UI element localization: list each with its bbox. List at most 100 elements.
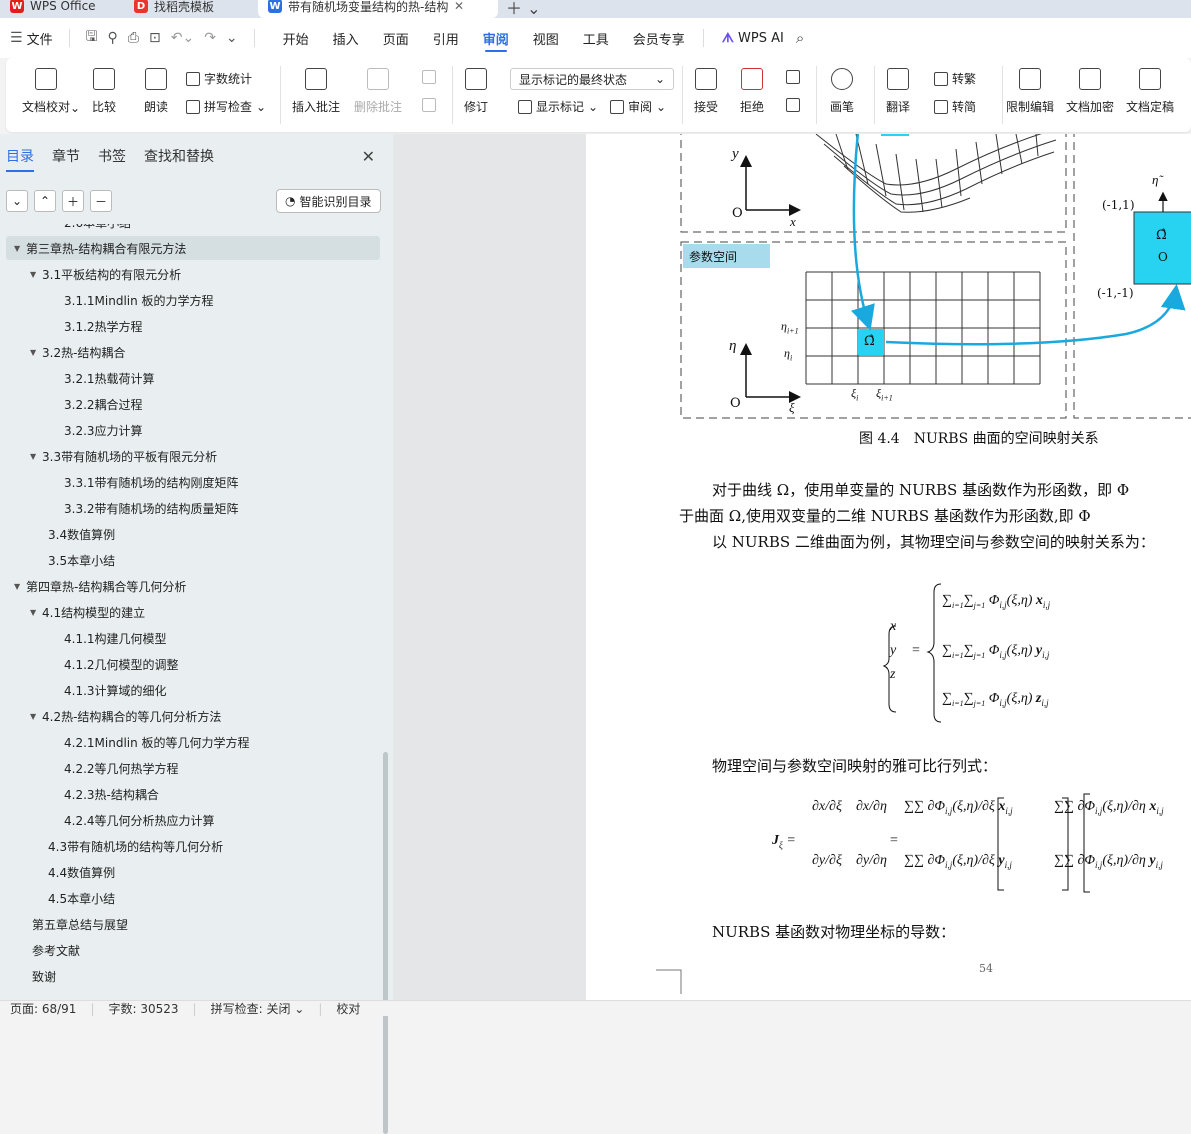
collapse-button[interactable]: ⌄ (6, 190, 28, 212)
toc-item[interactable]: 3.2.3应力计算 (6, 418, 380, 442)
tab-find-replace[interactable]: 查找和替换 (144, 146, 214, 166)
next-comment-button[interactable] (422, 98, 436, 112)
toc-item[interactable]: ▼ 第三章热-结构耦合有限元方法 (6, 236, 380, 260)
toc-item[interactable]: 3.2.2耦合过程 (6, 392, 380, 416)
sidebar-scrollbar[interactable] (383, 752, 388, 1134)
tab-chapters[interactable]: 章节 (52, 146, 80, 166)
share-icon[interactable]: ⚲ (108, 30, 118, 46)
file-menu[interactable]: 文件 (27, 29, 53, 48)
hamburger-icon[interactable]: ☰ (10, 30, 23, 46)
pen-button[interactable]: 画笔 (830, 58, 854, 115)
toc-item[interactable]: 4.2.2等几何热学方程 (6, 756, 380, 780)
spell-check-button[interactable]: 拼写检查 ⌄ (186, 98, 266, 115)
search-icon[interactable]: ⌕ (796, 29, 804, 47)
expand-arrow-icon[interactable]: ▼ (30, 712, 42, 721)
expand-arrow-icon[interactable]: ▼ (30, 270, 42, 279)
tab-wps-office[interactable]: W WPS Office (0, 0, 106, 18)
redo-icon[interactable]: ↷ (204, 30, 216, 46)
prev-comment-button[interactable] (422, 70, 436, 84)
doc-check-button[interactable]: 文档校对 ⌄ (22, 58, 80, 115)
toc-item[interactable]: 参考文献 (6, 938, 380, 962)
toc-item[interactable]: 4.2.1Mindlin 板的等几何力学方程 (6, 730, 380, 754)
proof-status[interactable]: 校对 (336, 1000, 360, 1017)
reject-button[interactable]: 拒绝 (740, 58, 764, 115)
tab-toc[interactable]: 目录 (6, 146, 34, 172)
show-marks-button[interactable]: 显示标记 ⌄ (518, 98, 598, 115)
revise-button[interactable]: 修订 (464, 58, 488, 115)
toc-item[interactable]: 4.2.4等几何分析热应力计算 (6, 808, 380, 832)
wps-ai-button[interactable]: ᗑ WPS AI (710, 18, 796, 58)
toc-item[interactable]: 4.2.3热-结构耦合 (6, 782, 380, 806)
to-traditional-button[interactable]: 转繁 (934, 70, 976, 87)
toc-item[interactable]: 3.3.1带有随机场的结构刚度矩阵 (6, 470, 380, 494)
translate-button[interactable]: 翻译 (886, 58, 910, 115)
toc-item[interactable]: 4.3带有随机场的结构等几何分析 (6, 834, 380, 858)
remove-heading-button[interactable]: － (90, 190, 112, 212)
expand-arrow-icon[interactable]: ▼ (30, 608, 42, 617)
toc-item[interactable]: ▼ 4.2热-结构耦合的等几何分析方法 (6, 704, 380, 728)
menu-view[interactable]: 视图 (521, 18, 571, 58)
expand-up-button[interactable]: ⌃ (34, 190, 56, 212)
toc-item[interactable]: 4.1.3计算域的细化 (6, 678, 380, 702)
word-count-indicator[interactable]: 字数: 30523 (109, 1000, 179, 1017)
toc-item[interactable]: 4.1.1构建几何模型 (6, 626, 380, 650)
more-chevron-icon[interactable]: ⌄ (226, 30, 238, 46)
toc-item[interactable]: 3.1.2热学方程 (6, 314, 380, 338)
save-icon[interactable]: 🖫 (86, 26, 98, 50)
menu-home[interactable]: 开始 (271, 18, 321, 58)
spell-status[interactable]: 拼写检查: 关闭 ⌄ (211, 1000, 305, 1017)
toc-item[interactable]: ▼ 第四章热-结构耦合等几何分析 (6, 574, 380, 598)
toc-item[interactable]: 4.5本章小结 (6, 886, 380, 910)
next-change-button[interactable] (786, 98, 800, 112)
toc-item[interactable]: ▼ 3.1平板结构的有限元分析 (6, 262, 380, 286)
toc-item[interactable]: 3.1.1Mindlin 板的力学方程 (6, 288, 380, 312)
encrypt-button[interactable]: 文档加密 (1066, 58, 1114, 115)
tab-current-document[interactable]: W 带有随机场变量结构的热-结构 ✕ (258, 0, 498, 18)
tab-bookmarks[interactable]: 书签 (98, 146, 126, 166)
toc-item[interactable]: ▼ 3.3带有随机场的平板有限元分析 (6, 444, 380, 468)
expand-arrow-icon[interactable]: ▼ (14, 582, 26, 591)
toc-item[interactable]: 3.5本章小结 (6, 548, 380, 572)
print-icon[interactable]: ⎙ (128, 30, 139, 46)
undo-icon[interactable]: ↶⌄ (171, 30, 194, 46)
menu-references[interactable]: 引用 (421, 18, 471, 58)
menu-page[interactable]: 页面 (371, 18, 421, 58)
toc-item[interactable]: 4.1.2几何模型的调整 (6, 652, 380, 676)
tab-docer[interactable]: D 找稻壳模板 (124, 0, 254, 18)
prev-change-button[interactable] (786, 70, 800, 84)
to-simplified-button[interactable]: 转简 (934, 98, 976, 115)
display-mode-select[interactable]: 显示标记的最终状态 ⌄ (510, 68, 674, 90)
toc-item[interactable]: 4.4数值算例 (6, 860, 380, 884)
compare-button[interactable]: 比较 (92, 58, 116, 115)
toc-item[interactable]: 致谢 (6, 964, 380, 988)
word-count-button[interactable]: 字数统计 (186, 70, 252, 87)
expand-arrow-icon[interactable]: ▼ (30, 348, 42, 357)
toc-item[interactable]: 3.4数值算例 (6, 522, 380, 546)
smart-toc-button[interactable]: ◔ 智能识别目录 (276, 189, 381, 213)
add-heading-button[interactable]: ＋ (62, 190, 84, 212)
expand-arrow-icon[interactable]: ▼ (14, 244, 26, 253)
toc-item[interactable]: 第五章总结与展望 (6, 912, 380, 936)
expand-arrow-icon[interactable]: ▼ (30, 452, 42, 461)
menu-review[interactable]: 审阅 (471, 18, 521, 58)
review-pane-button[interactable]: 审阅 ⌄ (610, 98, 666, 115)
toc-item[interactable]: 3.3.2带有随机场的结构质量矩阵 (6, 496, 380, 520)
toc-item[interactable]: ▼ 3.2热-结构耦合 (6, 340, 380, 364)
toc-item[interactable]: 2.6本章小结 (6, 224, 380, 234)
insert-comment-button[interactable]: 插入批注 (292, 58, 340, 115)
read-aloud-button[interactable]: 朗读 (144, 58, 168, 115)
toc-item[interactable]: 3.2.1热载荷计算 (6, 366, 380, 390)
new-tab-button[interactable]: ＋ ⌄ (506, 0, 541, 19)
finalize-button[interactable]: 文档定稿 (1126, 58, 1174, 115)
restrict-edit-button[interactable]: 限制编辑 (1006, 58, 1054, 115)
print-preview-icon[interactable]: ⊡ (149, 30, 161, 46)
delete-comment-button[interactable]: 删除批注 (354, 58, 402, 115)
menu-tools[interactable]: 工具 (571, 18, 621, 58)
accept-button[interactable]: 接受 (694, 58, 718, 115)
menu-member[interactable]: 会员专享 (621, 18, 697, 58)
menu-insert[interactable]: 插入 (321, 18, 371, 58)
close-icon[interactable]: ✕ (362, 147, 375, 166)
tab-close-icon[interactable]: ✕ (454, 0, 464, 13)
toc-item[interactable]: ▼ 4.1结构模型的建立 (6, 600, 380, 624)
page-indicator[interactable]: 页面: 68/91 (10, 1000, 76, 1017)
